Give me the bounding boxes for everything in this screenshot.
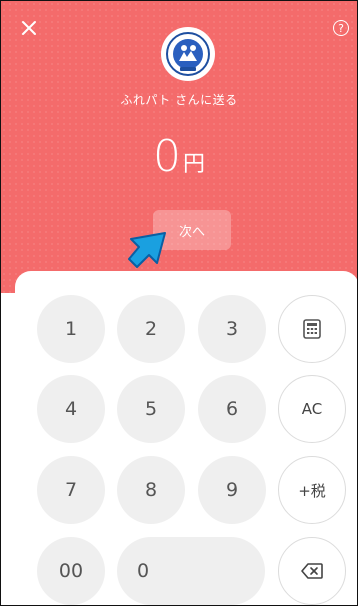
key-7[interactable]: 7 <box>37 456 105 524</box>
header: ? ふれパト さんに送る 0円 次へ <box>1 1 357 293</box>
key-0-label: 0 <box>137 560 150 582</box>
pointer-arrow-icon <box>128 232 166 268</box>
key-5-label: 5 <box>144 398 158 420</box>
amount-value: 0 <box>152 131 181 182</box>
payment-screen: ? ふれパト さんに送る 0円 次へ 1 2 3 4 5 6 AC 7 8 9 … <box>0 0 358 606</box>
key-4-label: 4 <box>64 398 78 420</box>
backspace-icon <box>301 563 323 579</box>
amount-currency: 円 <box>182 152 205 177</box>
key-6[interactable]: 6 <box>198 375 266 443</box>
key-0[interactable]: 0 <box>117 537 265 605</box>
key-00[interactable]: 00 <box>37 537 105 605</box>
recipient-label: ふれパト さんに送る <box>120 93 238 107</box>
close-icon <box>22 21 36 35</box>
add-tax-label: +税 <box>298 481 326 500</box>
key-6-label: 6 <box>225 398 239 420</box>
key-9-label: 9 <box>225 479 239 501</box>
ac-button-label: AC <box>301 400 323 418</box>
team-logo-icon <box>166 32 210 76</box>
key-5[interactable]: 5 <box>117 375 185 443</box>
key-8[interactable]: 8 <box>117 456 185 524</box>
keypad: 1 2 3 4 5 6 AC 7 8 9 +税 00 0 <box>15 271 357 605</box>
calculator-button[interactable] <box>278 295 346 363</box>
key-1-label: 1 <box>64 318 78 340</box>
key-3-label: 3 <box>225 318 239 340</box>
key-4[interactable]: 4 <box>37 375 105 443</box>
backspace-button[interactable] <box>278 537 346 605</box>
key-00-label: 00 <box>58 560 84 582</box>
close-button[interactable] <box>16 15 42 41</box>
key-7-label: 7 <box>64 479 78 501</box>
calculator-icon <box>303 319 321 339</box>
recipient-avatar <box>161 27 215 81</box>
next-button-label: 次へ <box>178 224 205 240</box>
ac-button[interactable]: AC <box>278 375 346 443</box>
add-tax-button[interactable]: +税 <box>278 456 346 524</box>
key-2[interactable]: 2 <box>117 295 185 363</box>
key-8-label: 8 <box>144 479 158 501</box>
key-1[interactable]: 1 <box>37 295 105 363</box>
key-3[interactable]: 3 <box>198 295 266 363</box>
help-icon: ? <box>338 21 344 35</box>
help-button[interactable]: ? <box>333 20 349 36</box>
key-9[interactable]: 9 <box>198 456 266 524</box>
key-2-label: 2 <box>144 318 158 340</box>
amount-display: 0円 <box>1 131 357 182</box>
